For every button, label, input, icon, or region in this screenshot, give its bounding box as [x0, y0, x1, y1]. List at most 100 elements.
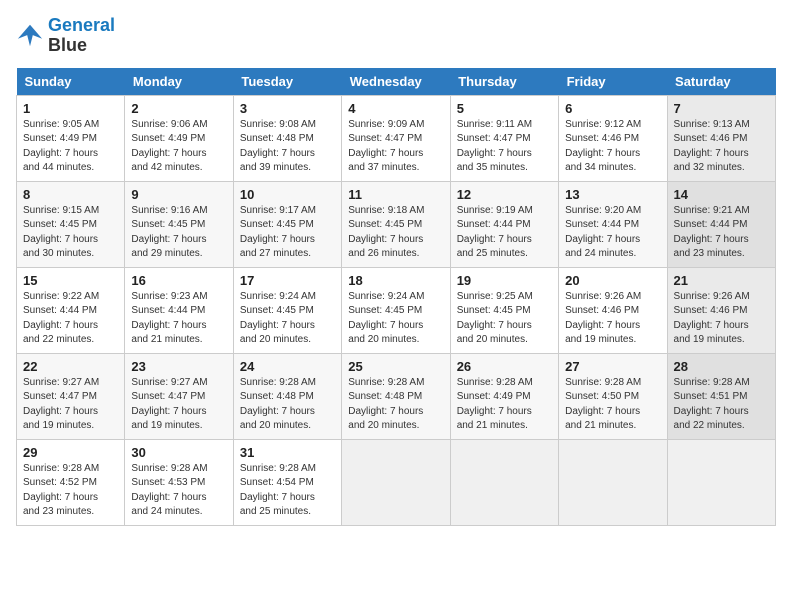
day-number: 12 — [457, 187, 552, 202]
day-number: 23 — [131, 359, 226, 374]
calendar-week-2: 8 Sunrise: 9:15 AMSunset: 4:45 PMDayligh… — [17, 181, 776, 267]
day-number: 19 — [457, 273, 552, 288]
day-info: Sunrise: 9:18 AMSunset: 4:45 PMDaylight:… — [348, 205, 424, 260]
day-number: 20 — [565, 273, 660, 288]
calendar-cell: 2 Sunrise: 9:06 AMSunset: 4:49 PMDayligh… — [125, 95, 233, 181]
calendar-cell: 30 Sunrise: 9:28 AMSunset: 4:53 PMDaylig… — [125, 439, 233, 525]
calendar-cell: 22 Sunrise: 9:27 AMSunset: 4:47 PMDaylig… — [17, 353, 125, 439]
calendar-cell: 4 Sunrise: 9:09 AMSunset: 4:47 PMDayligh… — [342, 95, 450, 181]
day-number: 4 — [348, 101, 443, 116]
day-number: 11 — [348, 187, 443, 202]
day-info: Sunrise: 9:25 AMSunset: 4:45 PMDaylight:… — [457, 291, 533, 346]
day-info: Sunrise: 9:28 AMSunset: 4:51 PMDaylight:… — [674, 377, 750, 432]
calendar-cell: 18 Sunrise: 9:24 AMSunset: 4:45 PMDaylig… — [342, 267, 450, 353]
day-info: Sunrise: 9:20 AMSunset: 4:44 PMDaylight:… — [565, 205, 641, 260]
day-info: Sunrise: 9:05 AMSunset: 4:49 PMDaylight:… — [23, 119, 99, 174]
weekday-header-saturday: Saturday — [667, 68, 775, 96]
calendar-cell: 6 Sunrise: 9:12 AMSunset: 4:46 PMDayligh… — [559, 95, 667, 181]
calendar-cell — [450, 439, 558, 525]
day-number: 13 — [565, 187, 660, 202]
day-info: Sunrise: 9:27 AMSunset: 4:47 PMDaylight:… — [23, 377, 99, 432]
calendar-cell: 10 Sunrise: 9:17 AMSunset: 4:45 PMDaylig… — [233, 181, 341, 267]
day-info: Sunrise: 9:24 AMSunset: 4:45 PMDaylight:… — [240, 291, 316, 346]
day-info: Sunrise: 9:28 AMSunset: 4:54 PMDaylight:… — [240, 463, 316, 518]
calendar-cell: 29 Sunrise: 9:28 AMSunset: 4:52 PMDaylig… — [17, 439, 125, 525]
calendar-cell: 27 Sunrise: 9:28 AMSunset: 4:50 PMDaylig… — [559, 353, 667, 439]
calendar-table: SundayMondayTuesdayWednesdayThursdayFrid… — [16, 68, 776, 526]
day-info: Sunrise: 9:17 AMSunset: 4:45 PMDaylight:… — [240, 205, 316, 260]
day-number: 30 — [131, 445, 226, 460]
day-info: Sunrise: 9:28 AMSunset: 4:50 PMDaylight:… — [565, 377, 641, 432]
day-number: 14 — [674, 187, 769, 202]
day-info: Sunrise: 9:28 AMSunset: 4:53 PMDaylight:… — [131, 463, 207, 518]
calendar-cell: 24 Sunrise: 9:28 AMSunset: 4:48 PMDaylig… — [233, 353, 341, 439]
day-info: Sunrise: 9:12 AMSunset: 4:46 PMDaylight:… — [565, 119, 641, 174]
day-number: 28 — [674, 359, 769, 374]
day-info: Sunrise: 9:28 AMSunset: 4:49 PMDaylight:… — [457, 377, 533, 432]
weekday-header-friday: Friday — [559, 68, 667, 96]
calendar-cell: 15 Sunrise: 9:22 AMSunset: 4:44 PMDaylig… — [17, 267, 125, 353]
calendar-week-3: 15 Sunrise: 9:22 AMSunset: 4:44 PMDaylig… — [17, 267, 776, 353]
day-info: Sunrise: 9:15 AMSunset: 4:45 PMDaylight:… — [23, 205, 99, 260]
page-header: General Blue — [16, 16, 776, 56]
day-number: 17 — [240, 273, 335, 288]
day-number: 26 — [457, 359, 552, 374]
day-info: Sunrise: 9:22 AMSunset: 4:44 PMDaylight:… — [23, 291, 99, 346]
logo: General Blue — [16, 16, 115, 56]
calendar-cell: 9 Sunrise: 9:16 AMSunset: 4:45 PMDayligh… — [125, 181, 233, 267]
day-info: Sunrise: 9:26 AMSunset: 4:46 PMDaylight:… — [565, 291, 641, 346]
day-info: Sunrise: 9:23 AMSunset: 4:44 PMDaylight:… — [131, 291, 207, 346]
calendar-cell: 25 Sunrise: 9:28 AMSunset: 4:48 PMDaylig… — [342, 353, 450, 439]
weekday-header-wednesday: Wednesday — [342, 68, 450, 96]
calendar-cell: 26 Sunrise: 9:28 AMSunset: 4:49 PMDaylig… — [450, 353, 558, 439]
day-info: Sunrise: 9:08 AMSunset: 4:48 PMDaylight:… — [240, 119, 316, 174]
day-info: Sunrise: 9:26 AMSunset: 4:46 PMDaylight:… — [674, 291, 750, 346]
day-info: Sunrise: 9:11 AMSunset: 4:47 PMDaylight:… — [457, 119, 532, 174]
weekday-header-thursday: Thursday — [450, 68, 558, 96]
weekday-header-monday: Monday — [125, 68, 233, 96]
day-number: 18 — [348, 273, 443, 288]
day-number: 29 — [23, 445, 118, 460]
day-info: Sunrise: 9:19 AMSunset: 4:44 PMDaylight:… — [457, 205, 533, 260]
day-info: Sunrise: 9:28 AMSunset: 4:48 PMDaylight:… — [240, 377, 316, 432]
calendar-cell: 7 Sunrise: 9:13 AMSunset: 4:46 PMDayligh… — [667, 95, 775, 181]
day-info: Sunrise: 9:28 AMSunset: 4:52 PMDaylight:… — [23, 463, 99, 518]
day-info: Sunrise: 9:13 AMSunset: 4:46 PMDaylight:… — [674, 119, 750, 174]
day-number: 7 — [674, 101, 769, 116]
weekday-header-sunday: Sunday — [17, 68, 125, 96]
day-number: 9 — [131, 187, 226, 202]
day-info: Sunrise: 9:27 AMSunset: 4:47 PMDaylight:… — [131, 377, 207, 432]
day-number: 21 — [674, 273, 769, 288]
calendar-cell: 11 Sunrise: 9:18 AMSunset: 4:45 PMDaylig… — [342, 181, 450, 267]
calendar-cell — [559, 439, 667, 525]
calendar-week-4: 22 Sunrise: 9:27 AMSunset: 4:47 PMDaylig… — [17, 353, 776, 439]
calendar-cell: 20 Sunrise: 9:26 AMSunset: 4:46 PMDaylig… — [559, 267, 667, 353]
day-number: 3 — [240, 101, 335, 116]
day-info: Sunrise: 9:16 AMSunset: 4:45 PMDaylight:… — [131, 205, 207, 260]
calendar-cell — [667, 439, 775, 525]
day-info: Sunrise: 9:28 AMSunset: 4:48 PMDaylight:… — [348, 377, 424, 432]
day-number: 25 — [348, 359, 443, 374]
day-number: 27 — [565, 359, 660, 374]
day-info: Sunrise: 9:09 AMSunset: 4:47 PMDaylight:… — [348, 119, 424, 174]
calendar-cell: 16 Sunrise: 9:23 AMSunset: 4:44 PMDaylig… — [125, 267, 233, 353]
day-number: 2 — [131, 101, 226, 116]
day-number: 1 — [23, 101, 118, 116]
day-number: 22 — [23, 359, 118, 374]
day-number: 6 — [565, 101, 660, 116]
calendar-cell: 5 Sunrise: 9:11 AMSunset: 4:47 PMDayligh… — [450, 95, 558, 181]
calendar-week-5: 29 Sunrise: 9:28 AMSunset: 4:52 PMDaylig… — [17, 439, 776, 525]
logo-icon — [16, 22, 44, 50]
day-number: 10 — [240, 187, 335, 202]
calendar-cell — [342, 439, 450, 525]
day-number: 5 — [457, 101, 552, 116]
calendar-cell: 23 Sunrise: 9:27 AMSunset: 4:47 PMDaylig… — [125, 353, 233, 439]
calendar-cell: 28 Sunrise: 9:28 AMSunset: 4:51 PMDaylig… — [667, 353, 775, 439]
calendar-cell: 13 Sunrise: 9:20 AMSunset: 4:44 PMDaylig… — [559, 181, 667, 267]
calendar-cell: 3 Sunrise: 9:08 AMSunset: 4:48 PMDayligh… — [233, 95, 341, 181]
calendar-cell: 12 Sunrise: 9:19 AMSunset: 4:44 PMDaylig… — [450, 181, 558, 267]
logo-text: General Blue — [48, 16, 115, 56]
day-number: 15 — [23, 273, 118, 288]
calendar-cell: 1 Sunrise: 9:05 AMSunset: 4:49 PMDayligh… — [17, 95, 125, 181]
day-number: 16 — [131, 273, 226, 288]
